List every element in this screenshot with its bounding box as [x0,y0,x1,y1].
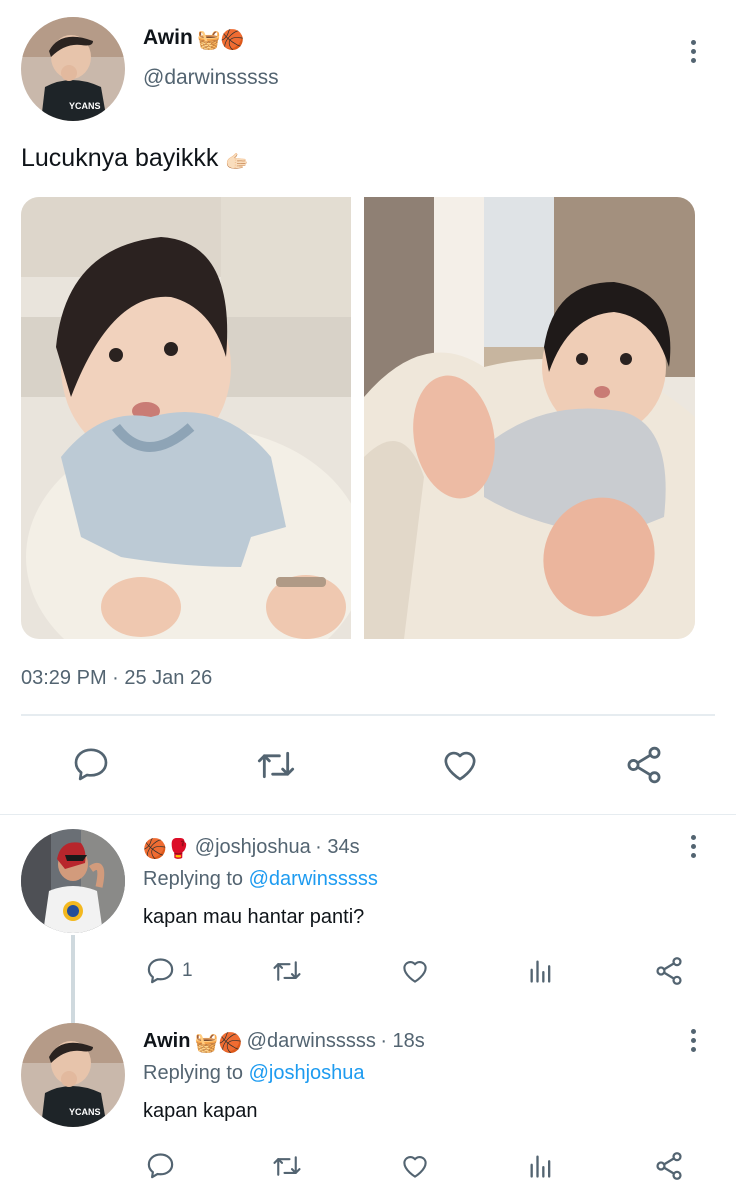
replying-to: Replying to @joshjoshua [143,1062,365,1085]
like-icon [403,961,427,983]
author-line: Awin 🧺🏀 [143,26,245,52]
reply-count: 1 [182,959,193,981]
svg-text:YCANS: YCANS [69,101,101,111]
tweet-text-content: Lucuknya bayikkk [21,144,219,172]
reply-header: Awin 🧺🏀 @darwinsssss · 18s [143,1030,425,1055]
share-icon [656,1152,682,1180]
reply-like-button[interactable] [399,956,431,986]
reply-retweet-button[interactable] [270,1151,304,1181]
tweet-text-emoji: 🫱🏻 [225,152,249,173]
reply-share-button[interactable] [653,955,685,987]
tweet-text: Lucuknya bayikkk 🫱🏻 [21,144,249,174]
reply-avatar[interactable] [21,829,125,933]
reply-author-name[interactable]: Awin [143,1030,190,1052]
photo-grid [21,197,695,639]
share-icon [656,957,682,985]
reply-more-options-icon[interactable] [688,1029,698,1052]
reply-time: · 34s [315,836,360,858]
tweet-photo-2[interactable] [364,197,695,639]
reply-views-button[interactable] [527,957,555,985]
replying-to-link[interactable]: @joshjoshua [249,1062,365,1084]
reply-icon [74,748,108,781]
reply-share-button[interactable] [653,1150,685,1182]
reply-like-button[interactable] [399,1151,431,1181]
reply-reply-button[interactable] [145,1150,176,1181]
avatar[interactable]: YCANS [21,17,125,121]
retweet-icon [273,1156,301,1176]
author-emojis: 🧺🏀 [197,30,245,51]
tweet-timestamp[interactable]: 03:29 PM · 25 Jan 26 [21,667,212,690]
reply-text: kapan mau hantar panti? [143,906,365,928]
reply-avatar[interactable]: YCANS [21,1023,125,1127]
tweet-photo-1[interactable] [21,197,351,639]
share-button[interactable] [623,744,665,786]
reply-reply-button[interactable]: 1 [145,955,193,986]
like-icon [444,751,476,781]
reply-emojis: 🏀🥊 [143,839,191,860]
reply-handle[interactable]: @darwinsssss [247,1030,376,1052]
replying-to-link[interactable]: @darwinsssss [249,868,378,890]
author-handle[interactable]: @darwinsssss [143,66,279,90]
reply-header: 🏀🥊 @joshjoshua · 34s [143,836,360,861]
reply-handle[interactable]: @joshjoshua [195,836,311,858]
thread-line [71,935,75,1023]
retweet-button[interactable] [254,745,298,785]
like-button[interactable] [439,745,481,785]
share-icon [627,746,661,784]
reply-retweet-button[interactable] [270,956,304,986]
reply-icon [147,958,174,984]
reply-icon [147,1153,174,1179]
views-icon [530,960,551,983]
divider [21,714,715,716]
like-icon [403,1156,427,1178]
retweet-icon [273,961,301,981]
section-divider [0,814,736,815]
replying-to-prefix: Replying to [143,1062,249,1084]
replying-to: Replying to @darwinsssss [143,868,378,891]
svg-text:YCANS: YCANS [69,1107,101,1117]
views-icon [530,1155,551,1178]
reply-text: kapan kapan [143,1100,258,1122]
reply-time: · 18s [380,1030,425,1052]
more-options-icon[interactable] [688,40,698,63]
retweet-icon [257,751,295,779]
replying-to-prefix: Replying to [143,868,249,890]
reply-button[interactable] [71,744,111,784]
reply-more-options-icon[interactable] [688,835,698,858]
author-name[interactable]: Awin [143,26,193,49]
reply-views-button[interactable] [527,1152,555,1180]
reply-emojis: 🧺🏀 [194,1033,243,1054]
